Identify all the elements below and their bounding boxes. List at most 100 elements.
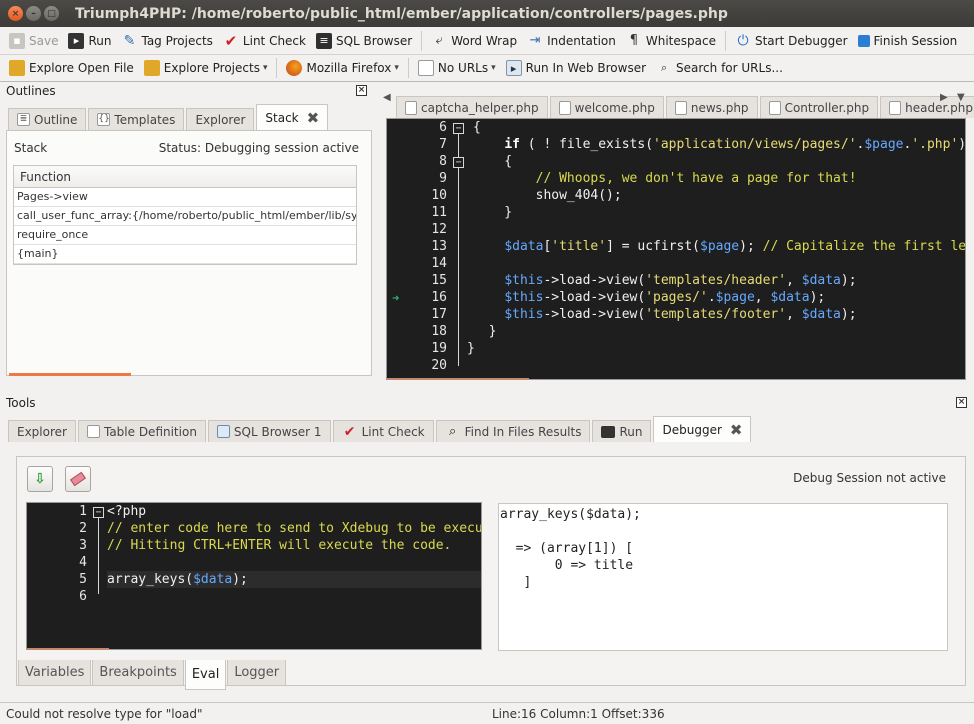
- word-wrap-icon: ⤶: [435, 32, 443, 48]
- fold-toggle-icon[interactable]: −: [453, 123, 464, 134]
- step-into-button[interactable]: ⇩: [27, 466, 53, 492]
- line-number: 8: [439, 154, 447, 169]
- run-in-web-browser-button[interactable]: ▸ Run In Web Browser: [501, 57, 651, 79]
- scroll-indicator: [387, 378, 529, 379]
- eval-code-editor[interactable]: 1 2 3 4 5 6 − <?php // enter code here t…: [26, 502, 482, 650]
- tab-eval[interactable]: Eval: [184, 660, 227, 690]
- file-icon: [768, 100, 781, 115]
- table-row[interactable]: require_once: [14, 226, 356, 245]
- code-editor[interactable]: 6 7 8 9 10 11 12 13 14 15 16 17 18 19 20…: [386, 118, 966, 380]
- clear-button[interactable]: [65, 466, 91, 492]
- line-number: 1: [79, 504, 87, 519]
- run-icon: ▸: [68, 32, 85, 49]
- table-row[interactable]: Pages->view: [14, 188, 356, 207]
- close-tools-icon[interactable]: ×: [956, 397, 967, 408]
- line-number: 17: [431, 307, 447, 322]
- tab-templates[interactable]: {} Templates: [88, 108, 185, 130]
- line-number: 13: [431, 239, 447, 254]
- chevron-down-icon[interactable]: ▾: [263, 63, 268, 73]
- code-line: $this->load->view('templates/header', $d…: [504, 273, 857, 288]
- word-wrap-button[interactable]: ⤶ Word Wrap: [426, 30, 522, 52]
- scroll-left-icon[interactable]: ◀: [383, 92, 391, 103]
- breakpoint-arrow-icon[interactable]: ➜: [392, 291, 399, 305]
- code-line: if ( ! file_exists('application/views/pa…: [504, 137, 966, 152]
- tab-explorer-tool[interactable]: Explorer: [8, 420, 76, 442]
- line-number: 5: [79, 572, 87, 587]
- toolbar-separator: [407, 57, 409, 78]
- stack-panel: Stack Status: Debugging session active F…: [6, 130, 372, 376]
- debug-status: Status: Debugging session active: [158, 141, 359, 155]
- tools-panel-title: Tools: [6, 396, 36, 410]
- indentation-button[interactable]: ⇥ Indentation: [522, 30, 621, 52]
- table-row[interactable]: {main}: [14, 245, 356, 264]
- code-line: // Hitting CTRL+ENTER will execute the c…: [107, 538, 452, 553]
- fold-line: [458, 134, 459, 158]
- folder-icon: [9, 59, 25, 76]
- table-icon: [86, 425, 100, 438]
- line-number: 4: [79, 555, 87, 570]
- tab-sql-browser[interactable]: SQL Browser 1: [207, 420, 331, 442]
- tab-breakpoints[interactable]: Breakpoints: [92, 660, 184, 686]
- editor-tabs: captcha_helper.php welcome.php news.php …: [396, 90, 974, 118]
- browser-select[interactable]: Mozilla Firefox ▾: [281, 57, 403, 79]
- search-url-icon: ⌕: [660, 60, 668, 74]
- save-button[interactable]: ▪ Save: [4, 30, 63, 52]
- fold-toggle-icon[interactable]: −: [453, 157, 464, 168]
- scroll-right-icon[interactable]: ▶: [940, 92, 948, 103]
- code-line: <?php: [107, 504, 147, 519]
- start-debugger-button[interactable]: ⏻ Start Debugger: [730, 30, 853, 52]
- code-line: {: [473, 120, 481, 135]
- fold-toggle-icon[interactable]: −: [93, 507, 104, 518]
- tab-variables[interactable]: Variables: [18, 660, 92, 686]
- search-for-urls-button[interactable]: ⌕ Search for URLs...: [651, 57, 788, 79]
- url-select[interactable]: No URLs ▾: [413, 57, 501, 79]
- file-icon: [558, 100, 571, 115]
- close-tab-icon[interactable]: ✖: [730, 421, 743, 439]
- code-line: }: [473, 205, 513, 220]
- column-header-function[interactable]: Function: [14, 166, 356, 188]
- tab-explorer[interactable]: Explorer: [186, 108, 255, 130]
- tab-file[interactable]: captcha_helper.php: [396, 96, 548, 118]
- tab-outline[interactable]: ≣ Outline: [8, 108, 87, 130]
- explore-projects-button[interactable]: Explore Projects ▾: [139, 57, 273, 79]
- explore-open-file-button[interactable]: Explore Open File: [4, 57, 139, 79]
- sql-browser-button[interactable]: ≡ SQL Browser: [311, 30, 417, 52]
- tab-lint-check[interactable]: ✔ Lint Check: [332, 420, 434, 442]
- whitespace-button[interactable]: ¶ Whitespace: [621, 30, 721, 52]
- close-window-icon[interactable]: ×: [8, 6, 23, 21]
- tab-file[interactable]: welcome.php: [549, 96, 664, 118]
- tab-stack[interactable]: Stack ✖: [256, 104, 329, 130]
- finish-session-button[interactable]: Finish Session: [853, 30, 963, 52]
- maximize-window-icon[interactable]: □: [44, 6, 59, 21]
- status-bar: Could not resolve type for "load" Line:1…: [0, 702, 974, 724]
- lint-check-button[interactable]: ✔ Lint Check: [218, 30, 311, 52]
- line-number: 6: [79, 589, 87, 604]
- tab-debugger[interactable]: Debugger ✖: [653, 416, 752, 442]
- close-tab-icon[interactable]: ✖: [307, 109, 320, 127]
- code-line: $data['title'] = ucfirst($page); // Capi…: [504, 239, 966, 254]
- tab-table-definition[interactable]: Table Definition: [77, 420, 206, 442]
- chevron-down-icon[interactable]: ▾: [394, 63, 399, 73]
- tab-file[interactable]: Controller.php: [759, 96, 879, 118]
- code-line: array_keys($data);: [107, 572, 248, 587]
- line-number: 7: [439, 137, 447, 152]
- code-line: }: [467, 341, 475, 356]
- browser-run-icon: ▸: [505, 59, 522, 76]
- minimize-window-icon[interactable]: –: [26, 6, 41, 21]
- line-number: 2: [79, 521, 87, 536]
- tab-list-icon[interactable]: ▼: [957, 92, 965, 103]
- binoculars-icon: ⌕: [448, 423, 457, 439]
- download-arrow-icon: ⇩: [34, 471, 46, 487]
- chevron-down-icon[interactable]: ▾: [491, 63, 496, 73]
- tab-file[interactable]: news.php: [665, 96, 758, 118]
- tag-projects-button[interactable]: ✎ Tag Projects: [116, 30, 217, 52]
- table-row[interactable]: call_user_func_array:{/home/roberto/publ…: [14, 207, 356, 226]
- database-icon: ≡: [315, 32, 332, 49]
- tab-run[interactable]: Run: [592, 420, 652, 442]
- eraser-icon: [69, 471, 87, 487]
- close-outlines-icon[interactable]: ×: [356, 85, 367, 96]
- tab-find-in-files[interactable]: ⌕ Find In Files Results: [435, 420, 591, 442]
- pilcrow-icon: ¶: [629, 32, 639, 48]
- run-button[interactable]: ▸ Run: [63, 30, 116, 52]
- tab-logger[interactable]: Logger: [227, 660, 287, 686]
